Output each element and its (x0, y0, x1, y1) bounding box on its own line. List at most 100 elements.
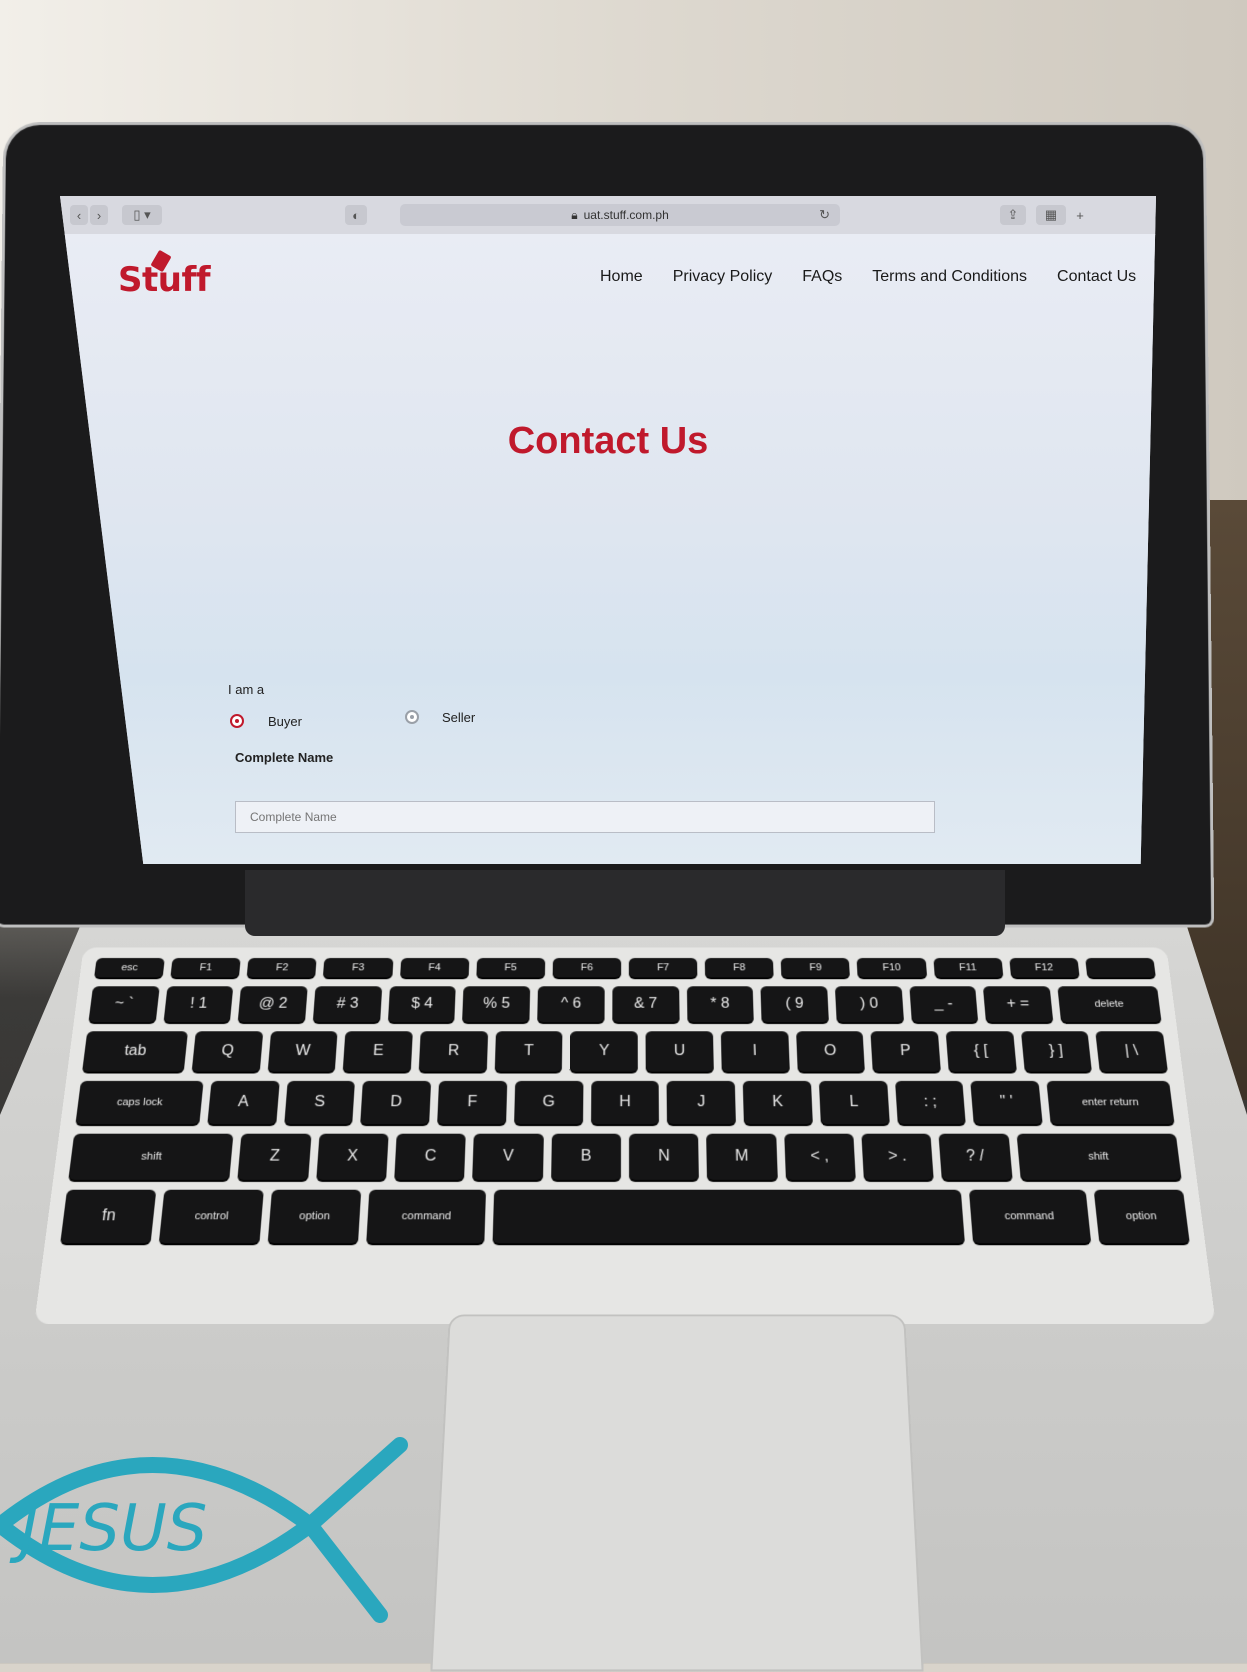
key--7[interactable]: & 7 (612, 986, 680, 1023)
key--[interactable]: : ; (894, 1080, 967, 1125)
key-l[interactable]: L (818, 1080, 890, 1125)
key--6[interactable]: ^ 6 (537, 986, 605, 1023)
key-option[interactable]: option (267, 1189, 362, 1244)
forward-button[interactable]: › (90, 205, 108, 225)
key--[interactable]: _ - (908, 986, 979, 1023)
address-bar[interactable]: 🔒︎ uat.stuff.com.ph ↻ (400, 204, 840, 226)
privacy-shield-icon[interactable]: ◐ (345, 205, 367, 225)
key--[interactable]: ? / (938, 1133, 1013, 1180)
back-button[interactable]: ‹ (70, 205, 88, 225)
key-g[interactable]: G (513, 1080, 584, 1125)
tab-overview-icon[interactable]: ▦ (1036, 205, 1066, 225)
key-y[interactable]: Y (570, 1031, 638, 1072)
key-f1[interactable]: F1 (170, 958, 242, 978)
sticker-text: JESUS (9, 1492, 207, 1566)
nav-privacy-policy[interactable]: Privacy Policy (673, 268, 773, 286)
key-f3[interactable]: F3 (323, 958, 394, 978)
key-f6[interactable]: F6 (552, 958, 622, 978)
key-u[interactable]: U (645, 1031, 714, 1072)
key-i[interactable]: I (720, 1031, 790, 1072)
sidebar-toggle-icon[interactable]: ▯ ▾ (122, 205, 162, 225)
buyer-label[interactable]: Buyer (268, 714, 302, 729)
key--0[interactable]: ) 0 (834, 986, 904, 1023)
key-power[interactable] (1085, 958, 1156, 978)
key-t[interactable]: T (494, 1031, 563, 1072)
nav-terms[interactable]: Terms and Conditions (872, 268, 1027, 286)
nav-home[interactable]: Home (600, 268, 643, 286)
key-w[interactable]: W (267, 1031, 338, 1072)
key-enter-return[interactable]: enter return (1046, 1080, 1175, 1125)
key-b[interactable]: B (550, 1133, 621, 1180)
key-caps-lock[interactable]: caps lock (75, 1080, 204, 1125)
key-f2[interactable]: F2 (246, 958, 318, 978)
key-z[interactable]: Z (237, 1133, 312, 1180)
key-o[interactable]: O (795, 1031, 866, 1072)
key--2[interactable]: @ 2 (238, 986, 308, 1023)
laptop-screen: ‹ › ▯ ▾ ◐ 🔒︎ uat.stuff.com.ph ↻ ⇪ ▦ + St… (60, 196, 1156, 864)
key--9[interactable]: ( 9 (760, 986, 829, 1023)
key-command[interactable]: command (968, 1189, 1091, 1244)
key-n[interactable]: N (629, 1133, 700, 1180)
key--[interactable]: < , (783, 1133, 856, 1180)
key-f7[interactable]: F7 (628, 958, 698, 978)
complete-name-input[interactable] (235, 801, 935, 833)
key-r[interactable]: R (418, 1031, 488, 1072)
key-c[interactable]: C (394, 1133, 467, 1180)
key-f12[interactable]: F12 (1008, 958, 1080, 978)
seller-label[interactable]: Seller (442, 710, 475, 725)
key--[interactable]: } ] (1020, 1031, 1093, 1072)
key-s[interactable]: S (283, 1080, 356, 1125)
key-f11[interactable]: F11 (932, 958, 1004, 978)
role-label: I am a (228, 682, 265, 697)
trackpad[interactable] (430, 1314, 924, 1672)
key-shift[interactable]: shift (1016, 1133, 1182, 1180)
key-e[interactable]: E (343, 1031, 413, 1072)
key-p[interactable]: P (870, 1031, 941, 1072)
key-j[interactable]: J (666, 1080, 737, 1125)
key-tab[interactable]: tab (82, 1031, 189, 1072)
key-esc[interactable]: esc (94, 958, 165, 978)
key-f5[interactable]: F5 (476, 958, 546, 978)
key-fn[interactable]: fn (60, 1189, 157, 1244)
key--[interactable]: { [ (945, 1031, 1017, 1072)
key-option[interactable]: option (1093, 1189, 1190, 1244)
key-space[interactable] (492, 1189, 965, 1244)
key--[interactable]: ~ ` (88, 986, 160, 1023)
buyer-radio[interactable] (230, 714, 244, 728)
reload-icon[interactable]: ↻ (819, 207, 830, 223)
key-m[interactable]: M (706, 1133, 778, 1180)
key-a[interactable]: A (207, 1080, 280, 1125)
new-tab-icon[interactable]: + (1072, 205, 1088, 225)
key--1[interactable]: ! 1 (163, 986, 234, 1023)
key-command[interactable]: command (366, 1189, 486, 1244)
nav-faqs[interactable]: FAQs (802, 268, 842, 286)
key-control[interactable]: control (159, 1189, 264, 1244)
key-v[interactable]: V (472, 1133, 544, 1180)
key-f10[interactable]: F10 (856, 958, 927, 978)
key--[interactable]: > . (861, 1133, 934, 1180)
key--3[interactable]: # 3 (312, 986, 382, 1023)
fish-sticker: JESUS (0, 1437, 408, 1623)
key-h[interactable]: H (590, 1080, 660, 1125)
nav-contact-us[interactable]: Contact Us (1057, 268, 1136, 286)
share-icon[interactable]: ⇪ (1000, 205, 1026, 225)
key-x[interactable]: X (316, 1133, 389, 1180)
browser-toolbar: ‹ › ▯ ▾ ◐ 🔒︎ uat.stuff.com.ph ↻ ⇪ ▦ + (60, 196, 1156, 235)
key--[interactable]: + = (983, 986, 1054, 1023)
key--[interactable]: " ' (970, 1080, 1043, 1125)
key-k[interactable]: K (742, 1080, 813, 1125)
site-logo[interactable]: Stuff (118, 260, 211, 300)
seller-radio[interactable] (405, 710, 419, 724)
key-d[interactable]: D (360, 1080, 432, 1125)
key-shift[interactable]: shift (68, 1133, 234, 1180)
key--8[interactable]: * 8 (686, 986, 754, 1023)
key--[interactable]: | \ (1095, 1031, 1168, 1072)
key-q[interactable]: Q (191, 1031, 263, 1072)
key--4[interactable]: $ 4 (387, 986, 457, 1023)
key--5[interactable]: % 5 (462, 986, 531, 1023)
key-f8[interactable]: F8 (704, 958, 774, 978)
key-f9[interactable]: F9 (780, 958, 851, 978)
key-f[interactable]: F (437, 1080, 508, 1125)
key-f4[interactable]: F4 (399, 958, 470, 978)
key-delete[interactable]: delete (1057, 986, 1162, 1023)
